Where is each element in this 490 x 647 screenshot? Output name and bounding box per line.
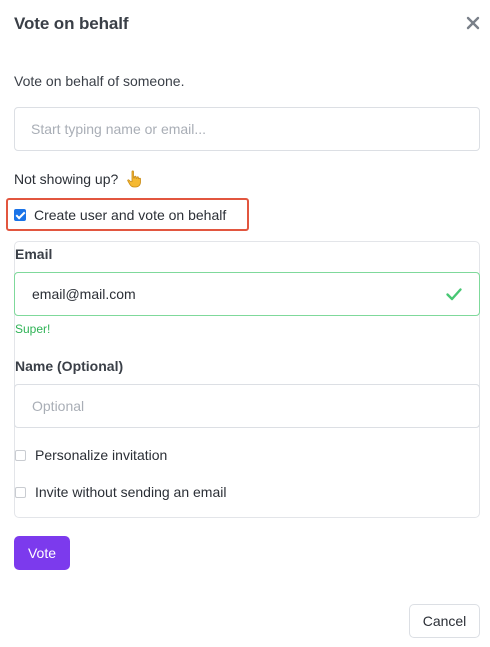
invite-without-email-option[interactable]: Invite without sending an email (15, 484, 226, 500)
email-validation-message: Super! (15, 322, 51, 336)
close-icon (466, 16, 480, 30)
dialog-subtitle: Vote on behalf of someone. (14, 73, 185, 89)
dialog-title: Vote on behalf (14, 14, 129, 33)
email-value: email@mail.com (32, 286, 136, 302)
create-user-label: Create user and vote on behalf (34, 206, 227, 223)
create-user-checkbox[interactable] (14, 208, 26, 221)
email-field[interactable]: email@mail.com (14, 272, 480, 316)
check-icon (446, 288, 462, 301)
cancel-button[interactable]: Cancel (409, 604, 480, 638)
invite-without-email-checkbox[interactable] (15, 486, 26, 498)
not-showing-up-text: Not showing up? (14, 171, 119, 187)
close-button[interactable] (464, 14, 482, 32)
name-label: Name (Optional) (15, 358, 124, 374)
vote-on-behalf-dialog: Vote on behalf Vote on behalf of someone… (0, 0, 490, 647)
pointing-down-hand-icon (126, 170, 142, 188)
search-input[interactable] (14, 107, 480, 151)
personalize-invitation-label: Personalize invitation (35, 447, 168, 463)
name-input[interactable] (14, 384, 480, 428)
personalize-invitation-checkbox[interactable] (15, 449, 26, 461)
not-showing-up-hint: Not showing up? (14, 170, 142, 188)
personalize-invitation-option[interactable]: Personalize invitation (15, 447, 167, 463)
vote-button[interactable]: Vote (14, 536, 70, 570)
invite-without-email-label: Invite without sending an email (35, 484, 227, 500)
email-label: Email (15, 246, 53, 262)
create-user-checkbox-row[interactable]: Create user and vote on behalf (6, 198, 249, 231)
